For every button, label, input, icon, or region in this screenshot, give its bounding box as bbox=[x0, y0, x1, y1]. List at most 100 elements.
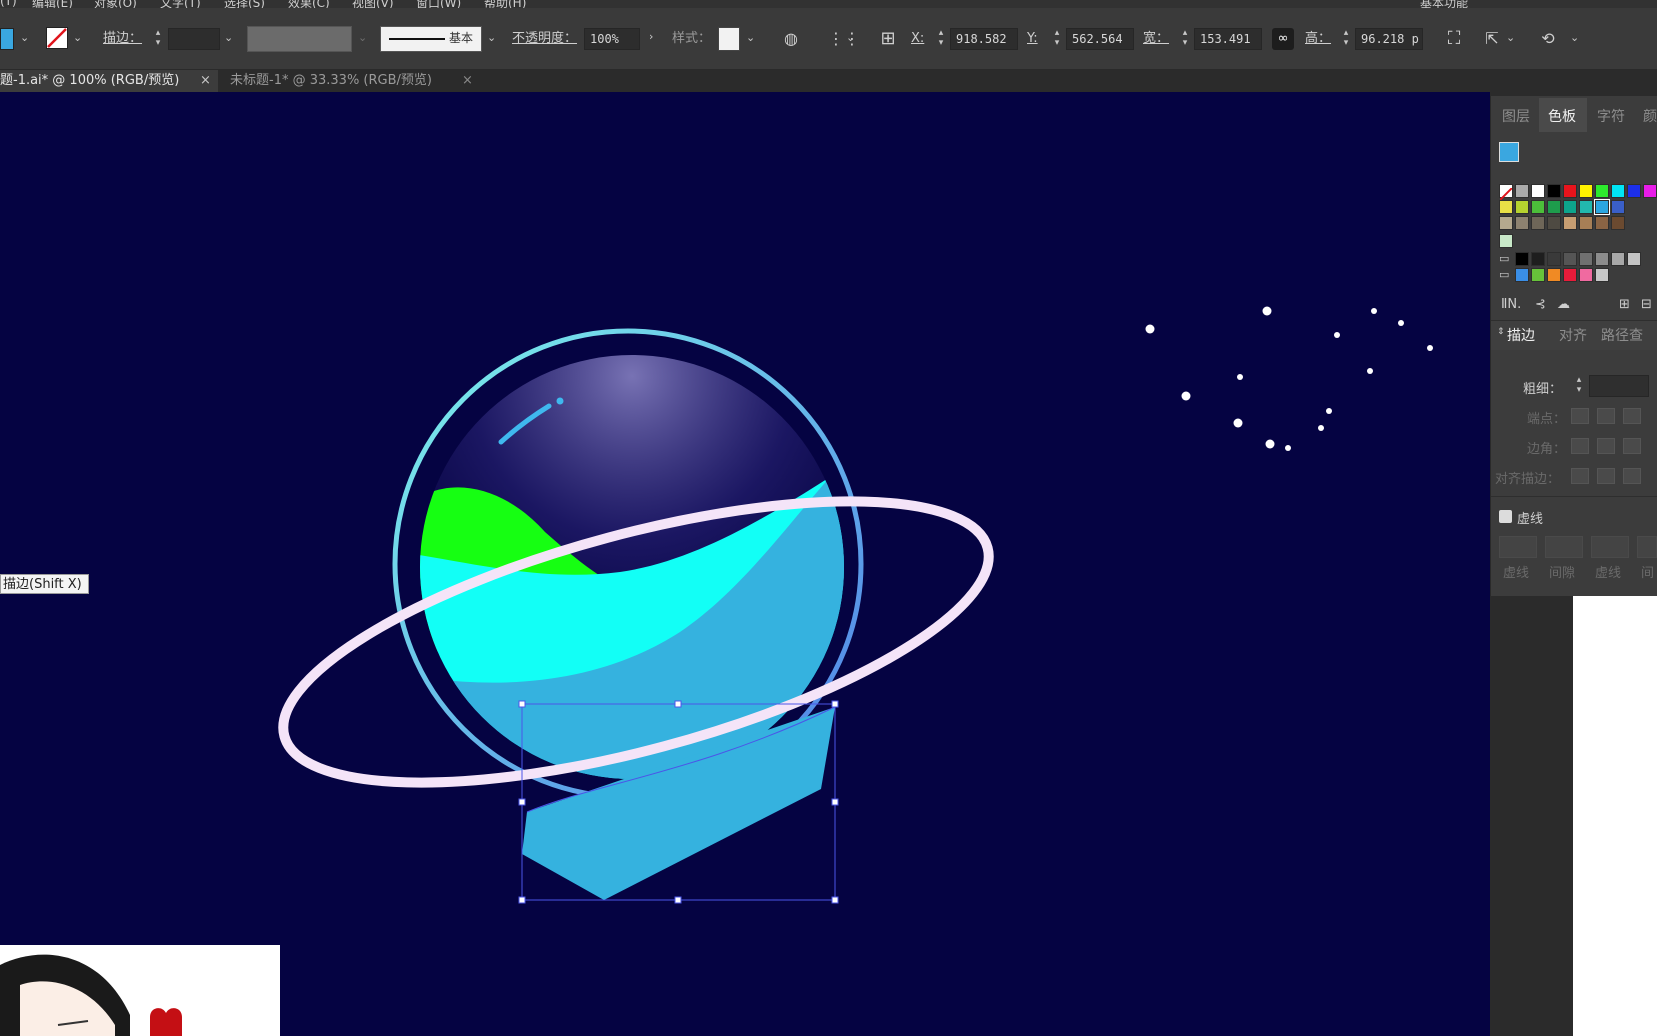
swatch-row3-4[interactable] bbox=[1563, 216, 1577, 230]
workspace-switcher[interactable]: 基本功能 bbox=[1420, 0, 1468, 8]
menu-item-edit[interactable]: 编辑(E) bbox=[32, 0, 73, 8]
menu-item-text[interactable]: 文字(T) bbox=[160, 0, 201, 8]
corner-miter-button[interactable] bbox=[1571, 438, 1589, 454]
tab-color[interactable]: 颜 bbox=[1643, 106, 1657, 128]
menu-item-view[interactable]: 视图(V) bbox=[352, 0, 394, 8]
swatch-gray-0[interactable] bbox=[1515, 252, 1529, 266]
dash-field-1[interactable] bbox=[1499, 536, 1537, 558]
swatch-registration[interactable] bbox=[1515, 184, 1529, 198]
swatch-row2-5[interactable] bbox=[1579, 200, 1593, 214]
swatch-row2-4[interactable] bbox=[1563, 200, 1577, 214]
constrain-proportions-icon[interactable]: ∞ bbox=[1272, 28, 1294, 50]
fill-indicator[interactable] bbox=[1499, 142, 1519, 162]
chevron-down-icon[interactable]: ⌄ bbox=[1570, 31, 1579, 44]
swatch-gray-4[interactable] bbox=[1579, 252, 1593, 266]
tab-document-1[interactable]: 题-1.ai* @ 100% (RGB/预览) × bbox=[0, 70, 218, 92]
chevron-down-icon[interactable]: ⌄ bbox=[224, 31, 233, 44]
tab-align[interactable]: 对齐 bbox=[1559, 325, 1587, 347]
chevron-down-icon[interactable]: ⌄ bbox=[73, 31, 82, 44]
swatch-gray-6[interactable] bbox=[1611, 252, 1625, 266]
artboard-canvas[interactable]: 描边(Shift X) bbox=[0, 92, 1490, 1036]
artwork[interactable] bbox=[0, 92, 1490, 1036]
swatch-row2-7[interactable] bbox=[1611, 200, 1625, 214]
swatch-group-5[interactable] bbox=[1595, 268, 1609, 282]
swatch-gray-1[interactable] bbox=[1531, 252, 1545, 266]
y-field[interactable]: 562.564 bbox=[1066, 28, 1134, 50]
dashed-line-checkbox[interactable] bbox=[1499, 510, 1512, 523]
chevron-right-icon[interactable]: › bbox=[649, 30, 653, 43]
collapse-icon[interactable]: ⇕ bbox=[1497, 327, 1505, 337]
swatch-gray-7[interactable] bbox=[1627, 252, 1641, 266]
opacity-label[interactable]: 不透明度： bbox=[512, 28, 577, 50]
menu-item-object[interactable]: 对象(O) bbox=[94, 0, 137, 8]
stroke-weight-field[interactable] bbox=[168, 28, 220, 50]
transform-reference-icon[interactable]: ⊞ bbox=[876, 28, 900, 50]
x-field[interactable]: 918.582 bbox=[950, 28, 1018, 50]
width-field[interactable]: 153.491 bbox=[1194, 28, 1262, 50]
chevron-down-icon[interactable]: ⌄ bbox=[846, 31, 855, 44]
menu-item-effect[interactable]: 效果(C) bbox=[288, 0, 330, 8]
opacity-field[interactable]: 100% bbox=[584, 28, 640, 50]
swatch-row1-6[interactable] bbox=[1627, 184, 1641, 198]
swatch-row3-5[interactable] bbox=[1579, 216, 1593, 230]
recolor-icon[interactable]: ◍ bbox=[780, 28, 802, 50]
width-label[interactable]: 宽： bbox=[1143, 28, 1169, 50]
corner-round-button[interactable] bbox=[1597, 438, 1615, 454]
cloud-icon[interactable]: ☁ bbox=[1557, 297, 1570, 312]
width-stepper[interactable]: ▴ ▾ bbox=[1180, 28, 1190, 50]
swatch-group-3[interactable] bbox=[1563, 268, 1577, 282]
tab-stroke[interactable]: 描边 bbox=[1507, 325, 1535, 347]
height-field[interactable]: 96.218 p bbox=[1355, 28, 1423, 50]
corner-bevel-button[interactable] bbox=[1623, 438, 1641, 454]
swatch-group-1[interactable] bbox=[1531, 268, 1545, 282]
fill-swatch[interactable] bbox=[0, 28, 14, 50]
menu-item-type[interactable]: (T) bbox=[0, 0, 17, 8]
arrange-icon[interactable]: ⇱ bbox=[1480, 28, 1504, 50]
tab-character[interactable]: 字符 bbox=[1597, 106, 1625, 128]
swatch-row2-6[interactable] bbox=[1594, 199, 1610, 215]
menu-item-help[interactable]: 帮助(H) bbox=[484, 0, 526, 8]
menu-item-window[interactable]: 窗口(W) bbox=[416, 0, 461, 8]
tab-pathfinder[interactable]: 路径查 bbox=[1601, 325, 1643, 347]
stroke-weight-stepper[interactable]: ▴ ▾ bbox=[153, 28, 163, 50]
stroke-swatch-none[interactable] bbox=[46, 27, 68, 49]
height-stepper[interactable]: ▴ ▾ bbox=[1341, 28, 1351, 50]
variable-width-profile[interactable] bbox=[247, 26, 352, 52]
swatch-gray-5[interactable] bbox=[1595, 252, 1609, 266]
cap-round-button[interactable] bbox=[1597, 408, 1615, 424]
x-stepper[interactable]: ▴ ▾ bbox=[936, 28, 946, 50]
chevron-down-icon[interactable]: ⌄ bbox=[1506, 31, 1515, 44]
height-label[interactable]: 高： bbox=[1305, 28, 1331, 50]
swatch-group-2[interactable] bbox=[1547, 268, 1561, 282]
swatch-row3-2[interactable] bbox=[1531, 216, 1545, 230]
tab-document-2[interactable]: 未标题-1* @ 33.33% (RGB/预览) × bbox=[224, 70, 486, 92]
chevron-down-icon[interactable]: ⌄ bbox=[20, 31, 29, 44]
swatch-row2-3[interactable] bbox=[1547, 200, 1561, 214]
new-swatch-icon[interactable]: ⊟ bbox=[1641, 297, 1652, 312]
x-label[interactable]: X: bbox=[911, 28, 924, 50]
stroke-label[interactable]: 描边： bbox=[103, 28, 142, 50]
y-label[interactable]: Y: bbox=[1027, 28, 1038, 50]
swatch-row2-1[interactable] bbox=[1515, 200, 1529, 214]
swatch-gray-3[interactable] bbox=[1563, 252, 1577, 266]
close-icon[interactable]: × bbox=[462, 70, 473, 92]
y-stepper[interactable]: ▴ ▾ bbox=[1052, 28, 1062, 50]
swatch-group-4[interactable] bbox=[1579, 268, 1593, 282]
tab-swatches[interactable]: 色板 bbox=[1548, 106, 1576, 128]
tab-layers[interactable]: 图层 bbox=[1502, 106, 1530, 128]
swatch-group-0[interactable] bbox=[1515, 268, 1529, 282]
weight-field[interactable] bbox=[1589, 375, 1649, 397]
swatch-library-icon[interactable]: ⅡN. bbox=[1501, 297, 1521, 312]
gap-field-1[interactable] bbox=[1545, 536, 1583, 558]
align-inside-button[interactable] bbox=[1597, 468, 1615, 484]
menu-item-select[interactable]: 选择(S) bbox=[224, 0, 265, 8]
swatch-row1-5[interactable] bbox=[1611, 184, 1625, 198]
cap-butt-button[interactable] bbox=[1571, 408, 1589, 424]
align-center-button[interactable] bbox=[1571, 468, 1589, 484]
swatch-row3-7[interactable] bbox=[1611, 216, 1625, 230]
weight-stepper[interactable]: ▴ ▾ bbox=[1574, 375, 1584, 397]
cap-square-button[interactable] bbox=[1623, 408, 1641, 424]
swatch-gray-2[interactable] bbox=[1547, 252, 1561, 266]
show-kinds-icon[interactable]: ⊰ bbox=[1535, 297, 1546, 312]
graphic-style-swatch[interactable] bbox=[718, 27, 740, 51]
